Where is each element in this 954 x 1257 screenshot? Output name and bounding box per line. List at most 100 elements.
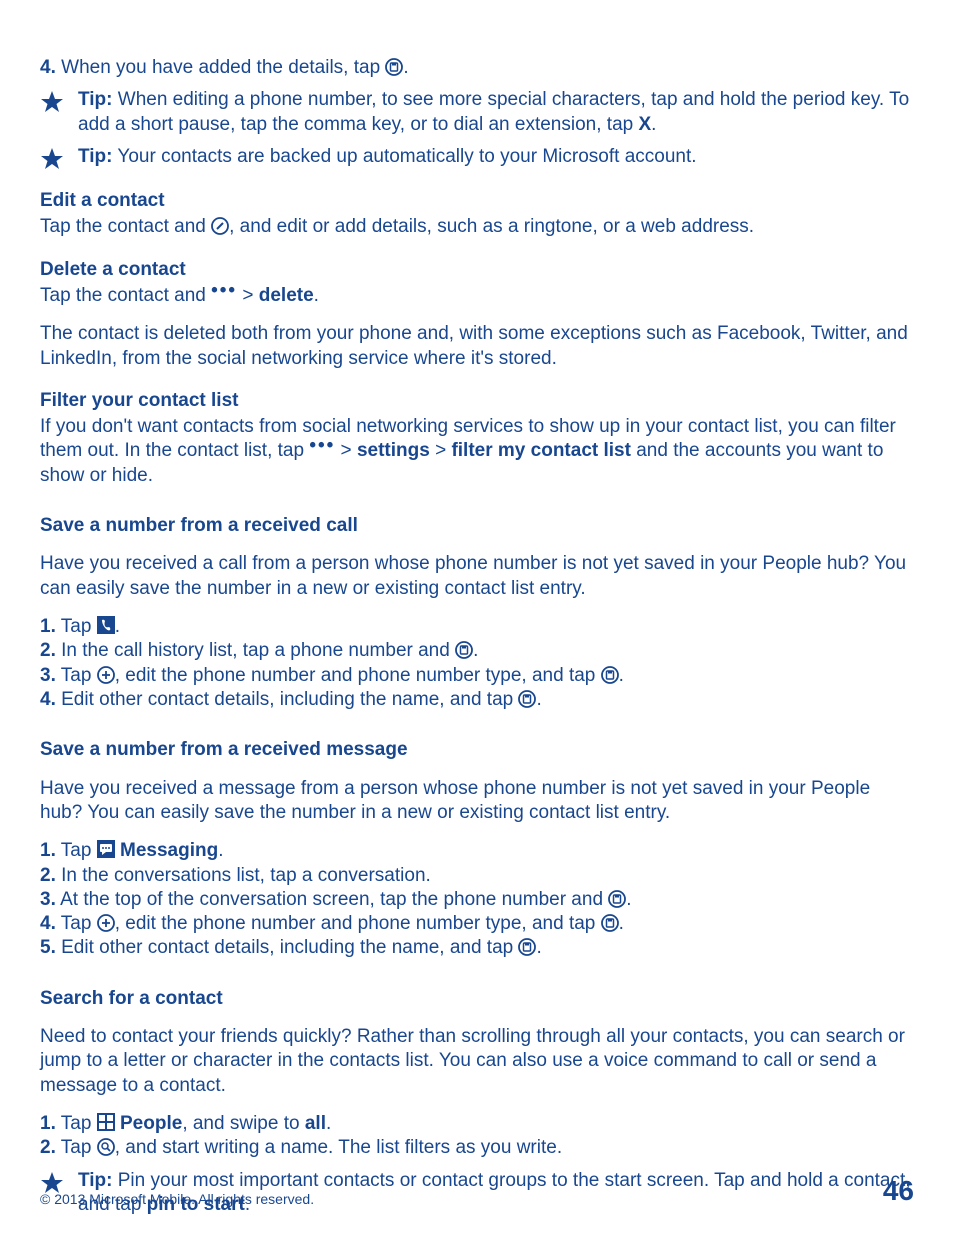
text: When you have added the details, tap	[56, 57, 386, 78]
text: .	[326, 1113, 331, 1134]
messaging-tile-icon	[97, 840, 115, 858]
text: Edit other contact details, including th…	[56, 689, 519, 710]
tip-row: Tip: Your contacts are backed up automat…	[40, 145, 914, 171]
text: >	[237, 285, 259, 306]
text: Tap	[56, 840, 97, 861]
step-2: 2. Tap , and start writing a name. The l…	[40, 1136, 914, 1160]
save-icon	[608, 890, 626, 908]
para: Need to contact your friends quickly? Ra…	[40, 1025, 914, 1098]
tip-text: Tip: When editing a phone number, to see…	[78, 88, 914, 137]
text: Tap	[56, 1137, 97, 1158]
heading-delete-contact: Delete a contact	[40, 258, 914, 282]
save-icon	[601, 914, 619, 932]
text: .	[651, 114, 656, 135]
text: .	[218, 840, 223, 861]
para: Have you received a message from a perso…	[40, 777, 914, 826]
save-icon	[518, 938, 536, 956]
text: Tap the contact and	[40, 216, 211, 237]
text: In the conversations list, tap a convers…	[56, 865, 431, 886]
step-num: 4.	[40, 913, 56, 934]
more-icon: •••	[309, 434, 335, 458]
step-3: 3. At the top of the conversation screen…	[40, 888, 914, 912]
app-name: People	[120, 1113, 182, 1134]
text: .	[115, 616, 120, 637]
step-num: 4.	[40, 57, 56, 78]
text: .	[473, 640, 478, 661]
step-5: 5. Edit other contact details, including…	[40, 936, 914, 960]
text: Tap	[56, 616, 97, 637]
text: Tap	[56, 913, 97, 934]
phone-tile-icon	[97, 616, 115, 634]
star-icon	[40, 147, 64, 171]
save-icon	[385, 58, 403, 76]
copyright: © 2013 Microsoft Mobile. All rights rese…	[40, 1191, 314, 1209]
text: .	[536, 689, 541, 710]
text: .	[536, 937, 541, 958]
step-num: 1.	[40, 840, 56, 861]
text: .	[619, 665, 624, 686]
heading-save-msg: Save a number from a received message	[40, 738, 914, 762]
text: In the call history list, tap a phone nu…	[56, 640, 455, 661]
x-key: X	[638, 114, 651, 135]
text: >	[430, 440, 452, 461]
text: .	[626, 889, 631, 910]
search-icon	[97, 1138, 115, 1156]
text: >	[335, 440, 357, 461]
text: Tap the contact and	[40, 285, 211, 306]
all-label: all	[305, 1113, 326, 1134]
heading-save-call: Save a number from a received call	[40, 514, 914, 538]
text: , and start writing a name. The list fil…	[115, 1137, 562, 1158]
text: , edit the phone number and phone number…	[115, 665, 601, 686]
tip-row: Tip: When editing a phone number, to see…	[40, 88, 914, 137]
settings-label: settings	[357, 440, 430, 461]
step-num: 1.	[40, 1113, 56, 1134]
text: , edit the phone number and phone number…	[115, 913, 601, 934]
save-icon	[518, 690, 536, 708]
step-2: 2. In the conversations list, tap a conv…	[40, 864, 914, 888]
filter-label: filter my contact list	[451, 440, 631, 461]
step-3: 3. Tap , edit the phone number and phone…	[40, 664, 914, 688]
heading-search: Search for a contact	[40, 987, 914, 1011]
step-num: 1.	[40, 616, 56, 637]
tip-label: Tip:	[78, 89, 112, 110]
plus-icon	[97, 914, 115, 932]
save-icon	[601, 666, 619, 684]
heading-edit-contact: Edit a contact	[40, 189, 914, 213]
step-num: 2.	[40, 640, 56, 661]
more-icon: •••	[211, 279, 237, 303]
text: , and swipe to	[182, 1113, 305, 1134]
step-num: 5.	[40, 937, 56, 958]
text: Edit other contact details, including th…	[56, 937, 519, 958]
step-num: 3.	[40, 665, 56, 686]
para: If you don't want contacts from social n…	[40, 415, 914, 488]
edit-icon	[211, 217, 229, 235]
app-name: Messaging	[120, 840, 218, 861]
text: .	[403, 57, 408, 78]
footer: © 2013 Microsoft Mobile. All rights rese…	[40, 1173, 914, 1209]
text: At the top of the conversation screen, t…	[56, 889, 608, 910]
step-num: 2.	[40, 865, 56, 886]
delete-action: delete	[259, 285, 314, 306]
save-icon	[455, 641, 473, 659]
para: The contact is deleted both from your ph…	[40, 322, 914, 371]
text: .	[314, 285, 319, 306]
plus-icon	[97, 666, 115, 684]
page-number: 46	[883, 1173, 914, 1209]
star-icon	[40, 90, 64, 114]
step-4c: 4. Tap , edit the phone number and phone…	[40, 912, 914, 936]
step-num: 4.	[40, 689, 56, 710]
text: , and edit or add details, such as a rin…	[229, 216, 754, 237]
para: Tap the contact and ••• > delete.	[40, 284, 914, 308]
text: Tap	[56, 665, 97, 686]
para: Have you received a call from a person w…	[40, 552, 914, 601]
text: .	[619, 913, 624, 934]
step-num: 2.	[40, 1137, 56, 1158]
step-4: 4. When you have added the details, tap …	[40, 56, 914, 80]
tip-text: Tip: Your contacts are backed up automat…	[78, 145, 914, 169]
step-4b: 4. Edit other contact details, including…	[40, 688, 914, 712]
step-2: 2. In the call history list, tap a phone…	[40, 639, 914, 663]
people-tile-icon	[97, 1113, 115, 1131]
heading-filter: Filter your contact list	[40, 389, 914, 413]
tip-label: Tip:	[78, 146, 112, 167]
text: When editing a phone number, to see more…	[78, 89, 909, 134]
